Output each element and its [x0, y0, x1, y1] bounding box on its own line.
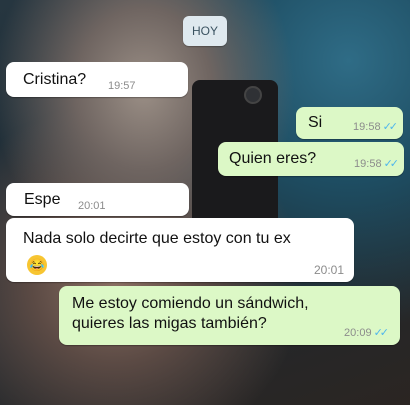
message-text: Si	[308, 114, 323, 131]
date-chip-label: HOY	[191, 24, 218, 38]
message-text: Cristina?	[23, 71, 87, 88]
double-check-icon: ✓✓	[373, 327, 390, 339]
message-bubble-incoming[interactable]: Espe 20:01	[6, 183, 189, 216]
message-time: 19:57	[108, 80, 136, 92]
message-bubble-outgoing[interactable]: Si 19:58 ✓✓	[296, 107, 403, 139]
message-meta: 20:09 ✓✓	[344, 326, 390, 340]
double-check-icon: ✓✓	[383, 158, 400, 170]
message-time: 20:09	[344, 326, 372, 339]
message-bubble-incoming[interactable]: Cristina? 19:57	[6, 62, 188, 97]
message-meta: 19:57	[108, 80, 136, 92]
message-meta: 19:58 ✓✓	[354, 157, 400, 171]
tears-of-joy-emoji-icon: 😂	[27, 255, 47, 275]
message-time: 19:58	[353, 120, 381, 133]
message-text: Quien eres?	[229, 150, 317, 167]
message-text: Me estoy comiendo un sándwich, quieres l…	[72, 294, 309, 334]
background-phone-camera	[244, 86, 262, 104]
message-text-line: quieres las migas también?	[72, 315, 267, 332]
message-bubble-incoming[interactable]: Nada solo decirte que estoy con tu ex 😂 …	[6, 218, 354, 282]
message-time: 19:58	[354, 157, 382, 170]
message-meta: 20:01	[78, 200, 106, 212]
message-text-line: Me estoy comiendo un sándwich,	[72, 295, 309, 312]
message-meta: 20:01	[314, 263, 344, 277]
message-bubble-outgoing[interactable]: Me estoy comiendo un sándwich, quieres l…	[59, 286, 400, 345]
message-time: 20:01	[78, 200, 106, 212]
message-text: Nada solo decirte que estoy con tu ex	[23, 230, 291, 247]
message-bubble-outgoing[interactable]: Quien eres? 19:58 ✓✓	[218, 142, 404, 176]
date-chip: HOY	[183, 16, 227, 46]
double-check-icon: ✓✓	[382, 121, 399, 133]
message-meta: 19:58 ✓✓	[353, 120, 399, 134]
message-text: Espe	[24, 191, 61, 208]
message-time: 20:01	[313, 263, 344, 277]
